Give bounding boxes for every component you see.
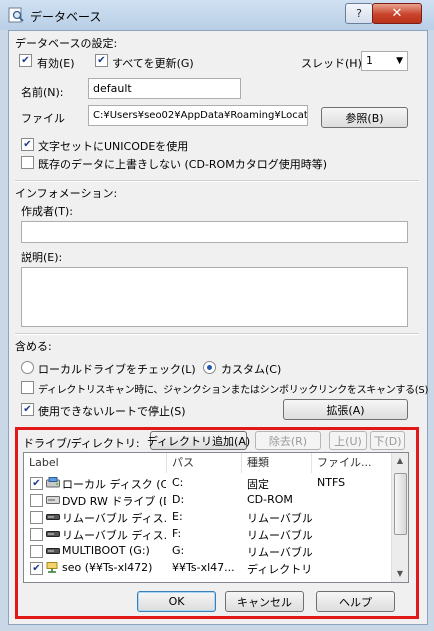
drive-list: Label パス 種類 ファイル... ✔ ローカル ディスク (C:) C: 固定 N… xyxy=(23,452,409,583)
scroll-thumb[interactable] xyxy=(394,473,407,535)
table-row[interactable]: ✔ ローカル ディスク (C:) C: 固定 NTFS xyxy=(24,475,392,492)
drive-checkbox[interactable]: ✔ xyxy=(30,477,43,490)
drive-path: G: xyxy=(172,544,185,557)
author-input[interactable] xyxy=(21,221,408,243)
drive-checkbox[interactable] xyxy=(30,511,43,524)
custom-radio[interactable] xyxy=(203,361,216,374)
drive-label: MULTIBOOT (G:) xyxy=(62,544,150,557)
info-section-label: インフォメーション: xyxy=(15,187,118,200)
description-textarea[interactable] xyxy=(21,267,408,327)
file-path-input[interactable]: C:¥Users¥seo02¥AppData¥Roaming¥Locate. xyxy=(88,105,308,126)
drive-type: CD-ROM xyxy=(247,493,293,506)
window-title: データベース xyxy=(30,10,102,24)
extend-button[interactable]: 拡張(A) xyxy=(283,399,408,420)
chevron-down-icon: ▼ xyxy=(396,56,403,66)
drive-label: DVD RW ドライブ (D:) xyxy=(62,495,166,508)
stop-unusable-checkbox[interactable]: ✔ xyxy=(21,403,34,416)
enabled-checkbox[interactable]: ✔ xyxy=(19,54,32,67)
drive-type: リムーバブル xyxy=(247,546,312,559)
stop-unusable-label: 使用できないルートで停止(S) xyxy=(38,405,186,418)
drive-path: D: xyxy=(172,493,185,506)
local-drive-label: ローカルドライブをチェック(L) xyxy=(38,363,196,376)
name-input[interactable]: default xyxy=(88,78,241,99)
unicode-checkbox[interactable]: ✔ xyxy=(21,138,34,151)
cancel-button[interactable]: キャンセル xyxy=(225,591,304,612)
settings-section-label: データベースの設定: xyxy=(15,37,118,50)
ok-button[interactable]: OK xyxy=(137,591,216,612)
title-help-button[interactable]: ? xyxy=(345,3,373,24)
no-overwrite-checkbox[interactable] xyxy=(21,156,34,169)
drive-type: 固定 xyxy=(247,478,269,491)
column-header-label[interactable]: Label xyxy=(24,453,167,473)
browse-button[interactable]: 参照(B) xyxy=(321,107,408,128)
update-all-checkbox[interactable]: ✔ xyxy=(95,54,108,67)
drive-checkbox[interactable] xyxy=(30,494,43,507)
remove-button[interactable]: 除去(R) xyxy=(255,431,321,450)
include-section-label: 含める: xyxy=(15,340,52,353)
drive-label: seo (¥¥Ts-xl472) xyxy=(62,561,153,574)
table-row[interactable]: DVD RW ドライブ (D:) D: CD-ROM xyxy=(24,492,392,509)
column-header-filesystem[interactable]: ファイル... xyxy=(312,453,392,473)
list-scrollbar[interactable]: ▲ ▼ xyxy=(391,453,408,582)
column-header-type[interactable]: 種類 xyxy=(242,453,312,473)
name-label: 名前(N): xyxy=(21,86,64,99)
drive-path: C: xyxy=(172,476,184,489)
description-label: 説明(E): xyxy=(21,251,63,264)
thread-select[interactable]: 1 ▼ xyxy=(361,51,408,71)
drive-label: ローカル ディスク (C:) xyxy=(62,478,166,491)
table-row[interactable]: ✔ seo (¥¥Ts-xl472) ¥¥Ts-xl47... ディレクトリ xyxy=(24,560,392,577)
drive-type: リムーバブル xyxy=(247,529,312,542)
table-row[interactable]: MULTIBOOT (G:) G: リムーバブル xyxy=(24,543,392,560)
drive-path: E: xyxy=(172,510,183,523)
drive-label: リムーバブル ディス... xyxy=(62,529,166,542)
help-button[interactable]: ヘルプ xyxy=(316,591,395,612)
file-label: ファイル xyxy=(21,112,65,125)
drive-checkbox[interactable]: ✔ xyxy=(30,562,43,575)
move-down-button[interactable]: 下(D) xyxy=(370,431,405,450)
junction-label: ディレクトリスキャン時に、ジャンクションまたはシンボリックリンクをスキャンする(… xyxy=(38,385,429,396)
divider xyxy=(15,333,419,335)
drive-filesystem: NTFS xyxy=(317,476,346,489)
move-up-button[interactable]: 上(U) xyxy=(329,431,367,450)
unicode-label: 文字セットにUNICODEを使用 xyxy=(38,140,189,153)
author-label: 作成者(T): xyxy=(21,205,74,218)
custom-label: カスタム(C) xyxy=(221,363,282,376)
local-drive-radio[interactable] xyxy=(21,361,34,374)
drive-type: リムーバブル xyxy=(247,512,312,525)
thread-label: スレッド(H): xyxy=(301,57,366,70)
column-header-path[interactable]: パス xyxy=(167,453,242,473)
update-all-label: すべてを更新(G) xyxy=(112,57,194,70)
junction-checkbox[interactable] xyxy=(21,381,34,394)
drive-path: F: xyxy=(172,527,182,540)
scroll-down-icon[interactable]: ▼ xyxy=(392,566,408,582)
title-bar: データベース ? ✕ xyxy=(0,0,434,30)
add-directory-button[interactable]: ディレクトリ追加(A) xyxy=(147,431,250,450)
drive-path: ¥¥Ts-xl47... xyxy=(172,561,235,574)
enabled-label: 有効(E) xyxy=(37,57,75,70)
close-button[interactable]: ✕ xyxy=(372,3,422,24)
no-overwrite-label: 既存のデータに上書きしない (CD-ROMカタログ使用時等) xyxy=(38,158,327,171)
drive-checkbox[interactable] xyxy=(30,528,43,541)
thread-value: 1 xyxy=(366,54,373,67)
drive-type: ディレクトリ xyxy=(247,563,312,576)
drives-label: ドライブ/ディレクトリ: xyxy=(23,437,140,450)
drive-checkbox[interactable] xyxy=(30,545,43,558)
drive-label: リムーバブル ディス... xyxy=(62,512,166,525)
table-row[interactable]: リムーバブル ディス... F: リムーバブル xyxy=(24,526,392,543)
divider xyxy=(15,180,419,182)
dialog-client: データベースの設定: ✔ 有効(E) ✔ すべてを更新(G) スレッド(H): … xyxy=(8,30,428,625)
scroll-up-icon[interactable]: ▲ xyxy=(392,453,408,469)
database-search-icon xyxy=(8,7,24,23)
table-row[interactable]: リムーバブル ディス... E: リムーバブル xyxy=(24,509,392,526)
